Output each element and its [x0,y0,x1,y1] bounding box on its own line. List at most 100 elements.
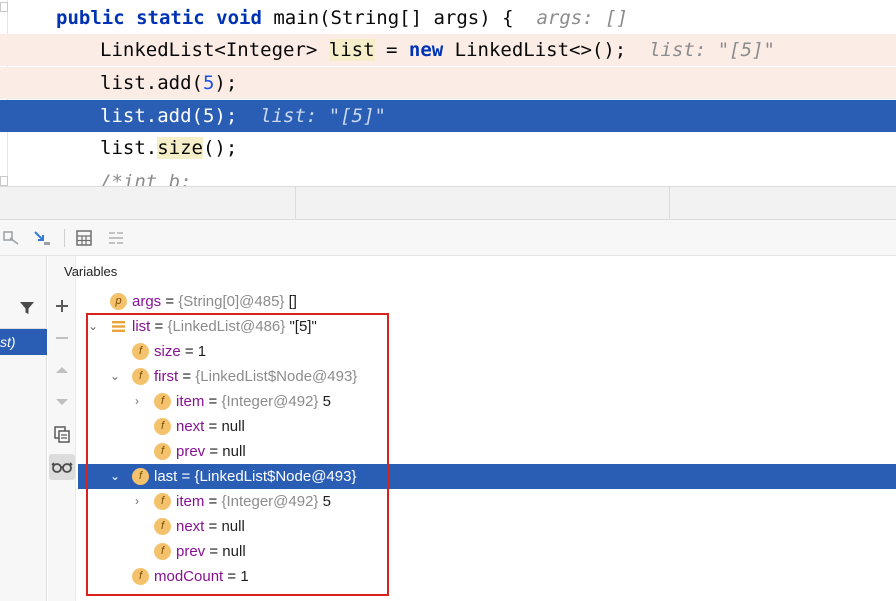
field-icon: f [154,493,171,510]
field-icon: f [154,443,171,460]
code-token: 5 [202,72,215,94]
variable-name: first [154,368,179,385]
frames-pane [0,256,47,601]
code-editor[interactable]: public static void main(String[] args) {… [0,0,896,186]
list-icon [110,318,127,335]
variable-content: prev = null [176,543,246,560]
code-token: LinkedList<>(); [443,39,650,61]
evaluate-expression-icon[interactable] [74,228,94,248]
variable-name: prev [176,443,206,460]
variable-content: last = {LinkedList$Node@493} [154,468,357,485]
code-token: 5 [202,105,215,127]
debug-tabs-strip [0,186,896,220]
variable-content: first = {LinkedList$Node@493} [154,368,358,385]
code-token: list.add( [100,72,203,94]
glasses-icon [51,462,73,473]
inline-value-hint: list: "[5]" [260,105,387,127]
current-execution-line[interactable]: list.add(5); list: "[5]" [0,100,896,132]
collapse-arrow-icon[interactable]: ⌄ [86,314,100,339]
trace-stream-icon[interactable] [106,228,126,248]
variable-row-last[interactable]: ⌄ f last = {LinkedList$Node@493} [78,464,896,489]
fold-marker-icon[interactable] [0,176,8,186]
code-text: list.add(5); list: "[5]" [100,100,386,132]
code-token: = [374,39,409,61]
code-text: LinkedList<Integer> list = new LinkedLis… [100,34,775,66]
collapse-arrow-icon[interactable]: ⌄ [108,364,122,389]
selected-stack-frame[interactable]: st) [0,329,47,355]
variable-value: null [221,418,245,435]
copy-icon[interactable] [52,424,72,444]
code-line[interactable]: /*int b; [0,166,896,186]
move-down-icon[interactable] [52,392,72,412]
variable-name: modCount [154,568,224,585]
code-line[interactable]: list.add(5); [0,67,896,99]
variable-value: [] [288,293,297,310]
variable-type: {LinkedList$Node@493} [195,368,358,385]
run-to-cursor-icon[interactable] [32,228,52,248]
variable-content: next = null [176,418,245,435]
expand-arrow-icon[interactable]: › [130,489,144,514]
variable-row-modCount[interactable]: f modCount = 1 [78,564,896,589]
variable-row-first[interactable]: ⌄ f first = {LinkedList$Node@493} [78,364,896,389]
code-token: LinkedList<Integer> [100,39,329,61]
field-icon: f [154,418,171,435]
code-token: new [408,39,444,61]
variable-name: next [176,518,205,535]
variable-name: prev [176,543,206,560]
filter-icon[interactable] [19,300,35,316]
variable-name: last [154,468,178,485]
expand-arrow-icon[interactable]: › [130,389,144,414]
variable-row-next[interactable]: f next = null [78,414,896,439]
code-token: public static void [56,7,274,29]
field-icon: f [132,568,149,585]
code-token: size [157,137,203,159]
variable-content: item = {Integer@492} 5 [176,493,331,510]
collapse-arrow-icon[interactable]: ⌄ [108,464,122,489]
code-token: main(String[] args) { [273,7,537,29]
variable-value: 1 [240,568,249,585]
variable-value: 5 [322,493,331,510]
variable-row-args[interactable]: p args = {String[0]@485} [] [78,289,896,314]
field-icon: f [132,468,149,485]
code-line[interactable]: LinkedList<Integer> list = new LinkedLis… [0,34,896,66]
code-line[interactable]: public static void main(String[] args) {… [0,2,896,34]
variables-header: Variables [64,264,118,279]
code-token: ); [214,72,238,94]
variable-value: "[5]" [289,318,317,335]
variable-row-list[interactable]: ⌄ list = {LinkedList@486} "[5]" [78,314,896,339]
remove-watch-icon[interactable] [52,328,72,348]
variable-content: modCount = 1 [154,568,249,585]
variable-content: prev = null [176,443,246,460]
code-text: /*int b; [100,166,192,186]
variable-row-size[interactable]: f size = 1 [78,339,896,364]
field-icon: f [154,518,171,535]
variable-name: item [176,493,205,510]
variable-value: null [222,443,246,460]
variable-content: next = null [176,518,245,535]
variable-row-prev[interactable]: f prev = null [78,439,896,464]
step-out-icon[interactable] [2,228,22,248]
code-token: list. [100,137,158,159]
variable-type: {String[0]@485} [178,293,285,310]
variable-row-item[interactable]: › f item = {Integer@492} 5 [78,389,896,414]
variable-name: size [154,343,181,360]
add-watch-icon[interactable] [52,296,72,316]
variable-row-prev[interactable]: f prev = null [78,539,896,564]
frame-label: st) [0,334,16,350]
code-line[interactable]: list.size(); [0,132,896,164]
move-up-icon[interactable] [52,360,72,380]
code-token: list.add( [100,105,203,127]
variable-type: {LinkedList$Node@493} [194,468,357,485]
variable-row-item[interactable]: › f item = {Integer@492} 5 [78,489,896,514]
variable-value: null [222,543,246,560]
variable-value: null [221,518,245,535]
show-watches-toggle[interactable] [49,454,75,480]
field-icon: f [154,543,171,560]
tab-divider [295,187,296,220]
variable-row-next[interactable]: f next = null [78,514,896,539]
variable-value: 5 [322,393,331,410]
variable-content: args = {String[0]@485} [] [132,293,297,310]
code-token: (); [202,137,238,159]
debug-toolbar [0,220,896,256]
inline-value-hint: list: "[5]" [649,39,775,61]
